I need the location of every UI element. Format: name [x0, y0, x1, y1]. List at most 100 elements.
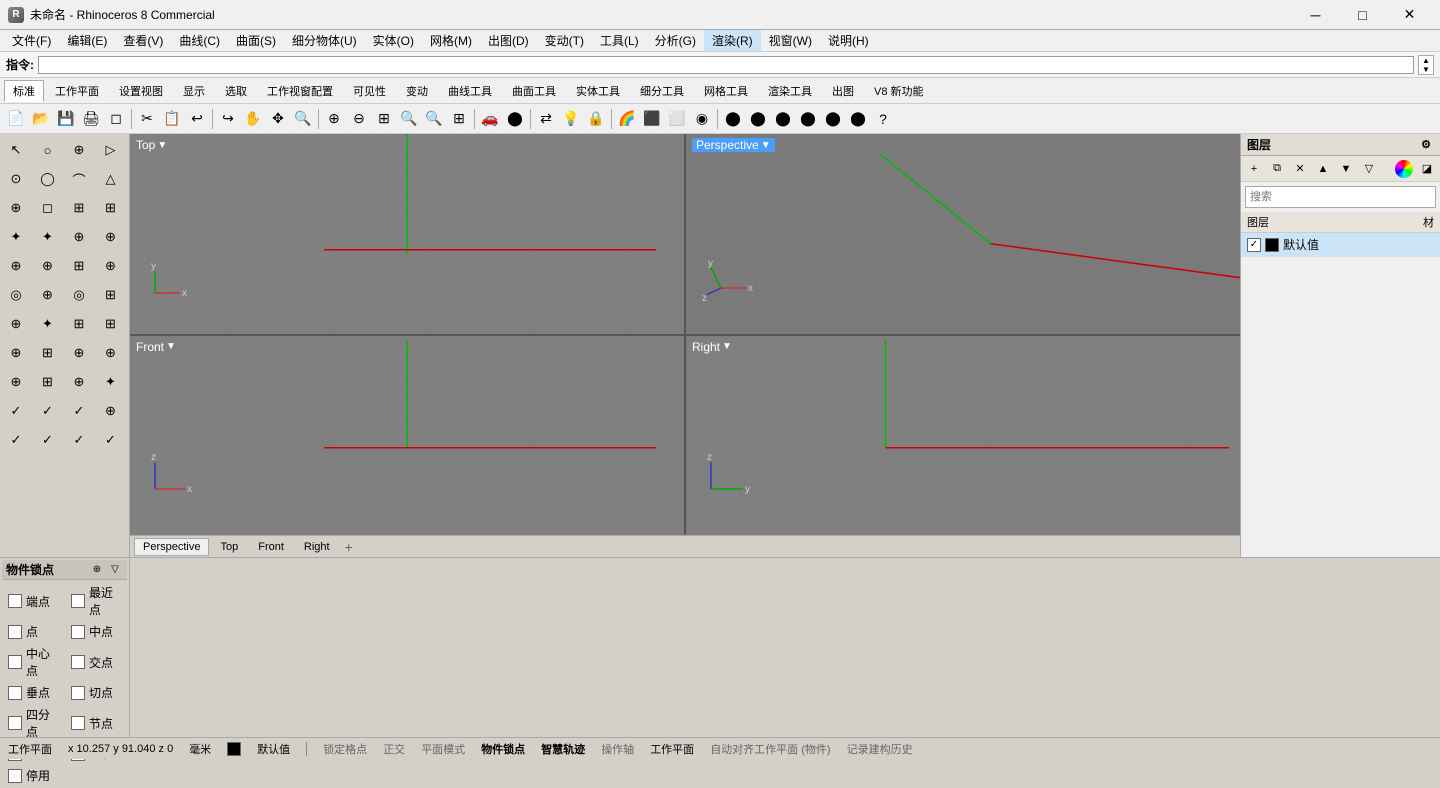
snap-check-7[interactable] [71, 686, 85, 700]
toolbar-tab-8[interactable]: 曲线工具 [439, 80, 501, 102]
menu-item-2[interactable]: 查看(V) [115, 30, 171, 51]
snap-check-3[interactable] [71, 625, 85, 639]
left-icon-9[interactable]: ◻ [34, 194, 62, 222]
toolbar-icon-0[interactable]: 📄 [4, 107, 28, 131]
left-icon-41[interactable]: ✓ [34, 426, 62, 454]
toolbar-tab-4[interactable]: 选取 [216, 80, 256, 102]
toolbar-icon-25[interactable]: ⬜ [665, 107, 689, 131]
status-op-axis[interactable]: 操作轴 [601, 741, 634, 757]
command-scroll[interactable]: ▲ ▼ [1418, 55, 1434, 75]
layer-search-input[interactable] [1245, 186, 1436, 208]
toolbar-icon-11[interactable]: 🔍 [291, 107, 315, 131]
toolbar-icon-6[interactable]: 📋 [160, 107, 184, 131]
minimize-button[interactable]: ─ [1293, 0, 1338, 30]
toolbar-tab-5[interactable]: 工作视窗配置 [258, 80, 342, 102]
vp-tab-top[interactable]: Top [211, 538, 247, 556]
toolbar-tab-7[interactable]: 变动 [397, 80, 437, 102]
menu-item-4[interactable]: 曲面(S) [228, 30, 284, 51]
toolbar-icon-3[interactable]: 🖨 [79, 107, 103, 131]
left-icon-13[interactable]: ✦ [34, 223, 62, 251]
snap-check-0[interactable] [8, 594, 22, 608]
menu-item-14[interactable]: 说明(H) [820, 30, 877, 51]
status-ortho[interactable]: 正交 [383, 741, 405, 757]
layer-delete-icon[interactable]: ✕ [1289, 159, 1311, 179]
left-icon-16[interactable]: ⊕ [2, 252, 30, 280]
toolbar-icon-29[interactable]: ⬤ [771, 107, 795, 131]
menu-item-10[interactable]: 工具(L) [592, 30, 647, 51]
snap-item-6[interactable]: 垂点 [2, 682, 64, 703]
toolbar-tab-0[interactable]: 标准 [4, 80, 44, 102]
status-plane-mode[interactable]: 平面模式 [421, 741, 465, 757]
left-icon-5[interactable]: ◯ [34, 165, 62, 193]
layer-new-icon[interactable]: + [1243, 159, 1265, 179]
menu-item-11[interactable]: 分析(G) [647, 30, 704, 51]
toolbar-tab-6[interactable]: 可见性 [344, 80, 395, 102]
toolbar-icon-1[interactable]: 📂 [29, 107, 53, 131]
snap-item-2[interactable]: 点 [2, 621, 64, 642]
command-input[interactable] [38, 56, 1414, 74]
snap-check-5[interactable] [71, 655, 85, 669]
left-icon-39[interactable]: ⊕ [97, 397, 125, 425]
toolbar-icon-21[interactable]: 💡 [559, 107, 583, 131]
snap-item-12[interactable]: 停用 [2, 765, 64, 786]
viewport-top[interactable]: Top ▼ x y [130, 134, 684, 334]
toolbar-icon-12[interactable]: ⊕ [322, 107, 346, 131]
snap-item-7[interactable]: 切点 [65, 682, 127, 703]
toolbar-tab-2[interactable]: 设置视图 [110, 80, 172, 102]
menu-item-6[interactable]: 实体(O) [365, 30, 422, 51]
toolbar-icon-33[interactable]: ? [871, 107, 895, 131]
left-icon-29[interactable]: ⊞ [34, 339, 62, 367]
left-icon-34[interactable]: ⊕ [65, 368, 93, 396]
vp-tab-perspective[interactable]: Perspective [134, 538, 209, 556]
menu-item-7[interactable]: 网格(M) [422, 30, 480, 51]
toolbar-icon-19[interactable]: ⬤ [503, 107, 527, 131]
toolbar-icon-18[interactable]: 🚗 [478, 107, 502, 131]
toolbar-tab-13[interactable]: 渲染工具 [759, 80, 821, 102]
vp-tab-right[interactable]: Right [295, 538, 339, 556]
front-viewport-label[interactable]: Front ▼ [136, 340, 176, 354]
left-icon-7[interactable]: △ [97, 165, 125, 193]
layer-up-icon[interactable]: ▲ [1312, 159, 1334, 179]
snap-add-icon[interactable]: ⊕ [89, 562, 105, 578]
toolbar-tab-11[interactable]: 细分工具 [631, 80, 693, 102]
maximize-button[interactable]: □ [1340, 0, 1385, 30]
color-wheel-icon[interactable] [1395, 160, 1413, 178]
menu-item-8[interactable]: 出图(D) [480, 30, 537, 51]
menu-item-9[interactable]: 变动(T) [537, 30, 592, 51]
snap-item-1[interactable]: 最近点 [65, 582, 127, 620]
viewport-right[interactable]: Right ▼ y z [686, 336, 1240, 536]
layer-color-swatch[interactable] [1265, 238, 1279, 252]
toolbar-tab-9[interactable]: 曲面工具 [503, 80, 565, 102]
toolbar-icon-4[interactable]: ◻ [104, 107, 128, 131]
toolbar-icon-16[interactable]: 🔍 [422, 107, 446, 131]
viewport-perspective[interactable]: Perspective ▼ x y z [686, 134, 1240, 334]
left-icon-40[interactable]: ✓ [2, 426, 30, 454]
toolbar-icon-7[interactable]: ↩ [185, 107, 209, 131]
layer-filter-icon[interactable]: ▽ [1358, 159, 1380, 179]
menu-item-0[interactable]: 文件(F) [4, 30, 59, 51]
toolbar-icon-17[interactable]: ⊞ [447, 107, 471, 131]
toolbar-icon-10[interactable]: ✥ [266, 107, 290, 131]
left-icon-19[interactable]: ⊕ [97, 252, 125, 280]
left-icon-38[interactable]: ✓ [65, 397, 93, 425]
vp-tab-front[interactable]: Front [249, 538, 293, 556]
toolbar-icon-20[interactable]: ⇄ [534, 107, 558, 131]
right-viewport-label[interactable]: Right ▼ [692, 340, 732, 354]
left-icon-28[interactable]: ⊕ [2, 339, 30, 367]
toolbar-tab-3[interactable]: 显示 [174, 80, 214, 102]
toolbar-icon-14[interactable]: ⊞ [372, 107, 396, 131]
snap-item-3[interactable]: 中点 [65, 621, 127, 642]
toolbar-icon-8[interactable]: ↪ [216, 107, 240, 131]
left-icon-26[interactable]: ⊞ [65, 310, 93, 338]
snap-check-6[interactable] [8, 686, 22, 700]
layer-extra-icon[interactable]: ◪ [1416, 159, 1438, 179]
left-icon-2[interactable]: ⊕ [65, 136, 93, 164]
toolbar-icon-15[interactable]: 🔍 [397, 107, 421, 131]
left-icon-31[interactable]: ⊕ [97, 339, 125, 367]
left-icon-17[interactable]: ⊕ [34, 252, 62, 280]
toolbar-icon-5[interactable]: ✂ [135, 107, 159, 131]
layer-down-icon[interactable]: ▼ [1335, 159, 1357, 179]
left-icon-33[interactable]: ⊞ [34, 368, 62, 396]
toolbar-icon-22[interactable]: 🔒 [584, 107, 608, 131]
left-icon-22[interactable]: ◎ [65, 281, 93, 309]
